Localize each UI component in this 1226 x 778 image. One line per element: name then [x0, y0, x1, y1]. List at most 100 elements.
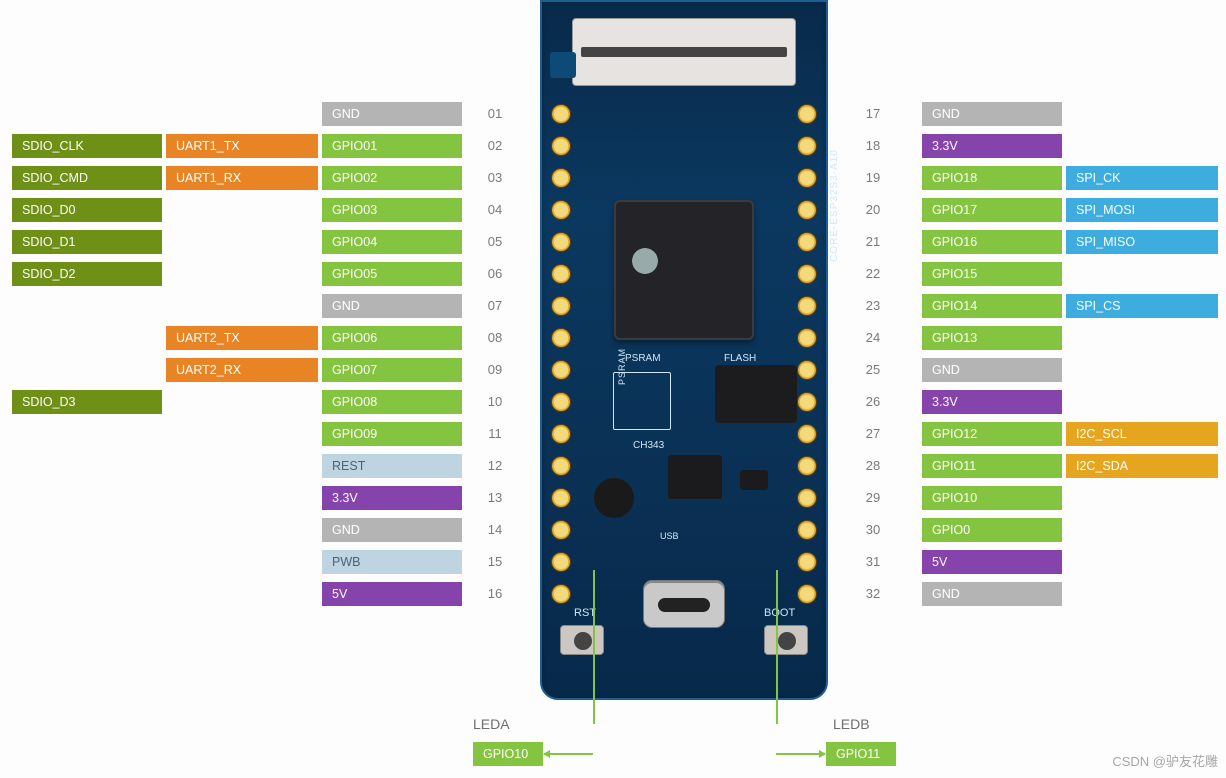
right-pin-num-31: 31	[858, 550, 888, 574]
leda-connector-line	[593, 570, 595, 724]
right-pin-num-19: 19	[858, 166, 888, 190]
pinhole-left-10	[552, 393, 570, 411]
left-pin-num-09: 09	[480, 358, 510, 382]
right-pin-num-30: 30	[858, 518, 888, 542]
left-pin-num-08: 08	[480, 326, 510, 350]
left-pin-12-main: REST	[322, 454, 462, 478]
right-pin-25-main: GND	[922, 358, 1062, 382]
left-pin-09-func2: UART2_RX	[166, 358, 318, 382]
ledb-connector-line	[776, 570, 778, 724]
right-pin-27-main: GPIO12	[922, 422, 1062, 446]
left-pin-01-main: GND	[322, 102, 462, 126]
left-pin-09-main: GPIO07	[322, 358, 462, 382]
pinhole-left-15	[552, 553, 570, 571]
left-pin-02-func2: UART1_TX	[166, 134, 318, 158]
pinhole-right-23	[798, 297, 816, 315]
right-pin-30-main: GPIO0	[922, 518, 1062, 542]
left-pin-num-14: 14	[480, 518, 510, 542]
pinhole-right-26	[798, 393, 816, 411]
pinhole-right-24	[798, 329, 816, 347]
right-pin-num-20: 20	[858, 198, 888, 222]
right-pin-num-26: 26	[858, 390, 888, 414]
left-pin-num-01: 01	[480, 102, 510, 126]
left-pin-num-02: 02	[480, 134, 510, 158]
ch343-chip	[668, 455, 722, 499]
left-pin-04-main: GPIO03	[322, 198, 462, 222]
right-pin-23-main: GPIO14	[922, 294, 1062, 318]
right-pin-18-main: 3.3V	[922, 134, 1062, 158]
pinhole-right-30	[798, 521, 816, 539]
left-pin-06-func1: SDIO_D2	[12, 262, 162, 286]
left-pin-08-func2: UART2_TX	[166, 326, 318, 350]
right-pin-28-main: GPIO11	[922, 454, 1062, 478]
right-pin-num-32: 32	[858, 582, 888, 606]
left-pin-02-main: GPIO01	[322, 134, 462, 158]
right-pin-21-func: SPI_MISO	[1066, 230, 1218, 254]
pinhole-left-11	[552, 425, 570, 443]
right-pin-32-main: GND	[922, 582, 1062, 606]
pinhole-left-01	[552, 105, 570, 123]
left-pin-num-03: 03	[480, 166, 510, 190]
left-pin-num-04: 04	[480, 198, 510, 222]
left-pin-07-main: GND	[322, 294, 462, 318]
pinhole-right-17	[798, 105, 816, 123]
right-pin-num-23: 23	[858, 294, 888, 318]
psram-title: PSRAM	[625, 353, 661, 364]
boot-button	[764, 625, 808, 655]
left-pin-num-05: 05	[480, 230, 510, 254]
left-pin-15-main: PWB	[322, 550, 462, 574]
left-pin-06-main: GPIO05	[322, 262, 462, 286]
flash-chip	[715, 365, 797, 423]
pinhole-left-07	[552, 297, 570, 315]
pinhole-right-21	[798, 233, 816, 251]
right-pin-28-func: I2C_SDA	[1066, 454, 1218, 478]
pinhole-right-20	[798, 201, 816, 219]
right-pin-num-24: 24	[858, 326, 888, 350]
left-pin-16-main: 5V	[322, 582, 462, 606]
leda-label: LEDA	[473, 716, 510, 732]
right-pin-20-func: SPI_MOSI	[1066, 198, 1218, 222]
left-pin-num-06: 06	[480, 262, 510, 286]
pinhole-left-09	[552, 361, 570, 379]
pinhole-left-05	[552, 233, 570, 251]
right-pin-27-func: I2C_SCL	[1066, 422, 1218, 446]
ffc-connector	[572, 18, 796, 86]
leda-gpio: GPIO10	[473, 742, 543, 766]
board-model-label: CORE-ESP32S3-A10	[829, 149, 840, 262]
pinhole-left-14	[552, 521, 570, 539]
right-pin-26-main: 3.3V	[922, 390, 1062, 414]
right-pin-24-main: GPIO13	[922, 326, 1062, 350]
pinhole-right-31	[798, 553, 816, 571]
right-pin-num-29: 29	[858, 486, 888, 510]
usb-tiny-label: USB	[660, 531, 679, 541]
left-pin-05-func1: SDIO_D1	[12, 230, 162, 254]
left-pin-num-13: 13	[480, 486, 510, 510]
right-pin-17-main: GND	[922, 102, 1062, 126]
pinhole-left-03	[552, 169, 570, 187]
left-pin-10-main: GPIO08	[322, 390, 462, 414]
pinhole-right-19	[798, 169, 816, 187]
ledb-label: LEDB	[833, 716, 870, 732]
pinhole-left-16	[552, 585, 570, 603]
reg-chip	[740, 470, 768, 490]
usb-c-port	[643, 580, 725, 628]
left-pin-03-main: GPIO02	[322, 166, 462, 190]
pinhole-right-28	[798, 457, 816, 475]
espressif-logo-icon	[632, 248, 658, 274]
right-pin-num-25: 25	[858, 358, 888, 382]
pinhole-left-08	[552, 329, 570, 347]
right-pin-22-main: GPIO15	[922, 262, 1062, 286]
leda-arrow	[544, 753, 593, 755]
right-pin-23-func: SPI_CS	[1066, 294, 1218, 318]
left-pin-11-main: GPIO09	[322, 422, 462, 446]
left-pin-num-11: 11	[480, 422, 510, 446]
left-pin-05-main: GPIO04	[322, 230, 462, 254]
pinhole-left-02	[552, 137, 570, 155]
right-pin-num-17: 17	[858, 102, 888, 126]
left-pin-14-main: GND	[322, 518, 462, 542]
pinhole-right-18	[798, 137, 816, 155]
pinhole-right-32	[798, 585, 816, 603]
right-pin-19-main: GPIO18	[922, 166, 1062, 190]
boot-label: BOOT	[764, 607, 795, 619]
right-pin-20-main: GPIO17	[922, 198, 1062, 222]
